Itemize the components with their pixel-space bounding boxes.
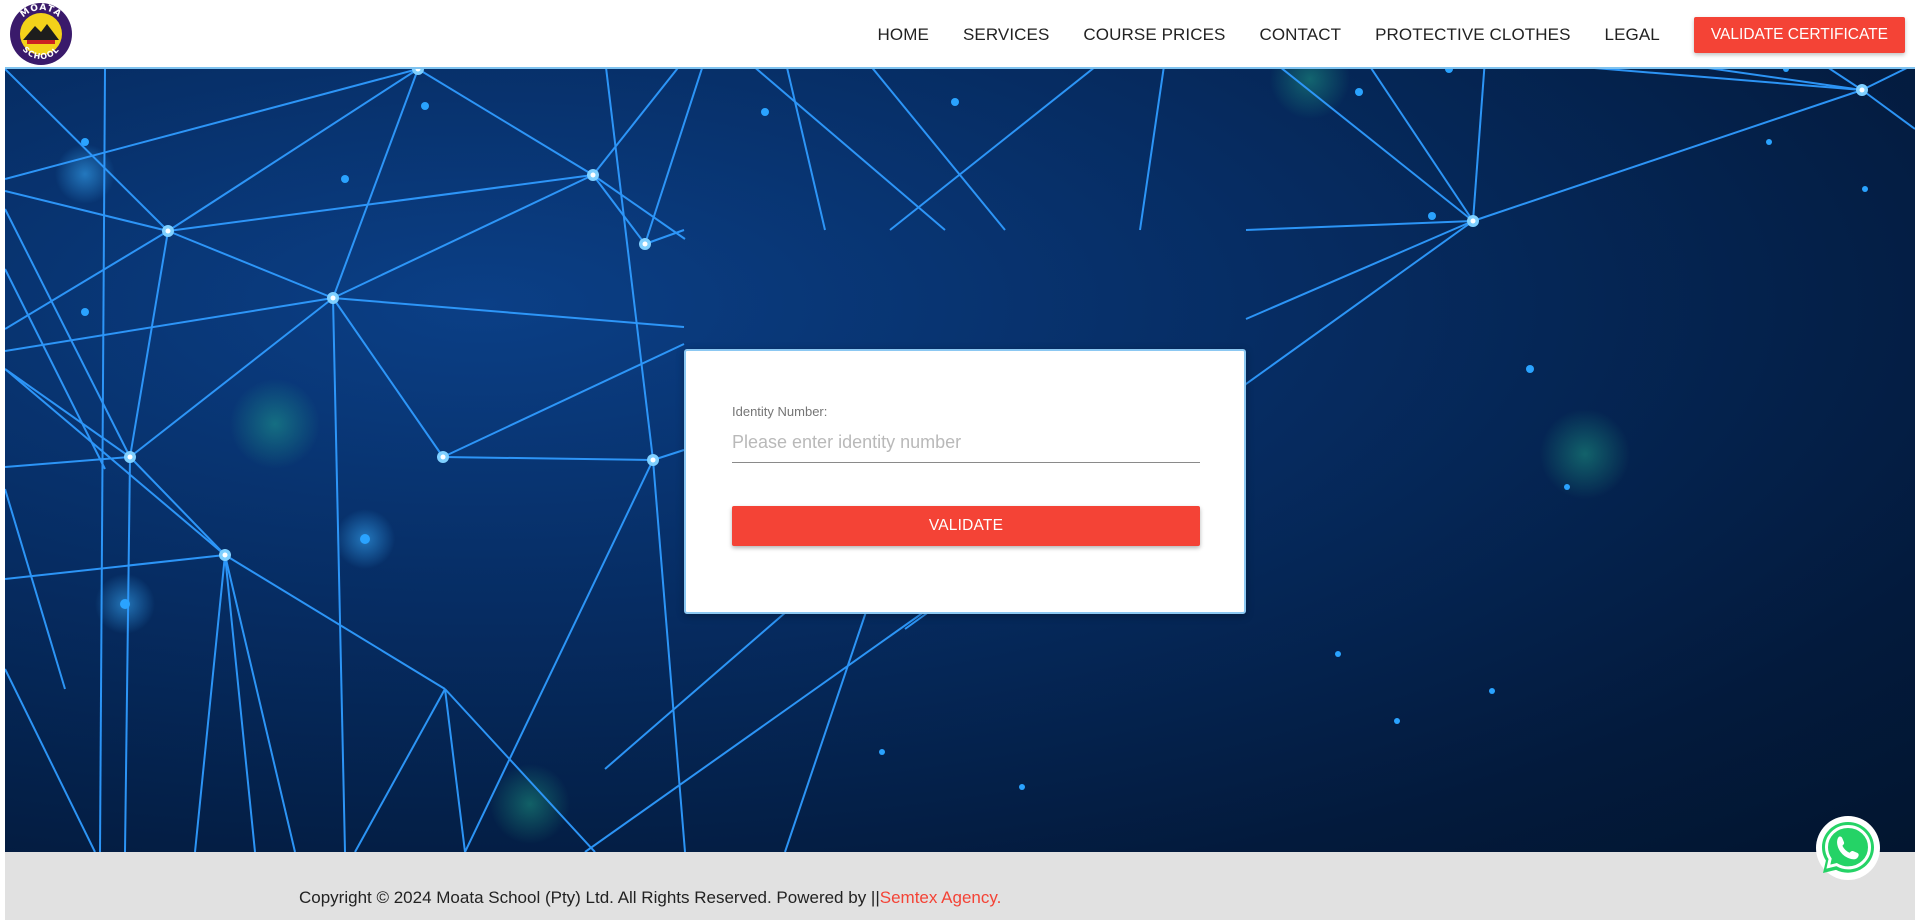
hero-section: Identity Number: VALIDATE bbox=[5, 69, 1915, 852]
copyright-label: Copyright © 2024 Moata School (Pty) Ltd.… bbox=[299, 888, 880, 907]
whatsapp-icon[interactable] bbox=[1815, 815, 1881, 881]
footer: Copyright © 2024 Moata School (Pty) Ltd.… bbox=[5, 852, 1915, 920]
school-logo[interactable]: MOATA SCHOOL bbox=[9, 2, 73, 66]
copyright-text: Copyright © 2024 Moata School (Pty) Ltd.… bbox=[299, 888, 1001, 908]
identity-number-input[interactable] bbox=[732, 423, 1200, 463]
validate-button[interactable]: VALIDATE bbox=[732, 506, 1200, 546]
validate-certificate-button[interactable]: VALIDATE CERTIFICATE bbox=[1693, 16, 1905, 53]
nav-contact[interactable]: CONTACT bbox=[1259, 25, 1341, 45]
nav-legal[interactable]: LEGAL bbox=[1605, 25, 1660, 45]
nav-services[interactable]: SERVICES bbox=[963, 25, 1049, 45]
page: MOATA SCHOOL HOME SERVICES COURSE PRICES… bbox=[0, 0, 1920, 920]
header: MOATA SCHOOL HOME SERVICES COURSE PRICES… bbox=[5, 0, 1915, 69]
main-nav: HOME SERVICES COURSE PRICES CONTACT PROT… bbox=[878, 0, 1915, 69]
nav-home[interactable]: HOME bbox=[878, 25, 929, 45]
validation-card: Identity Number: VALIDATE bbox=[684, 349, 1246, 614]
semtex-agency-link[interactable]: Semtex Agency. bbox=[880, 888, 1002, 907]
nav-course-prices[interactable]: COURSE PRICES bbox=[1083, 25, 1225, 45]
nav-protective-clothes[interactable]: PROTECTIVE CLOTHES bbox=[1375, 25, 1570, 45]
identity-number-label: Identity Number: bbox=[732, 404, 828, 419]
